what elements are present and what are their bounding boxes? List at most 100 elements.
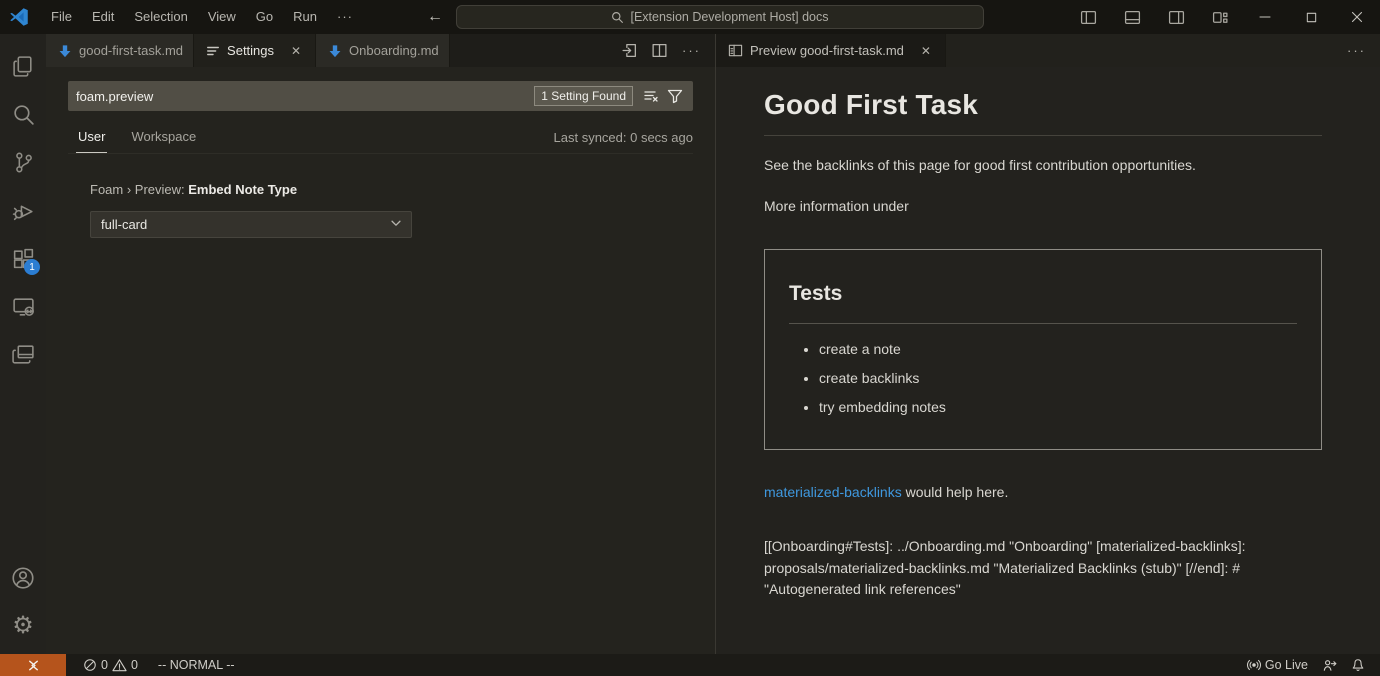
markdown-file-icon: [328, 44, 342, 58]
settings-editor: 1 Setting Found User Workspace Last sync…: [46, 67, 715, 654]
menu-run[interactable]: Run: [283, 5, 327, 29]
setting-title: Foam › Preview: Embed Note Type: [90, 182, 693, 197]
warning-count: 0: [131, 658, 138, 672]
settings-list-icon: [206, 44, 220, 58]
more-actions-icon[interactable]: ···: [676, 43, 707, 58]
tests-list: create a note create backlinks try embed…: [789, 339, 1297, 418]
settings-search-box: 1 Setting Found: [68, 81, 693, 111]
tests-list-item: create backlinks: [819, 368, 1297, 390]
warnings-icon: [112, 658, 127, 673]
scope-tab-workspace[interactable]: Workspace: [129, 123, 198, 153]
open-settings-json-icon[interactable]: [616, 38, 642, 64]
settings-gear-icon[interactable]: ⚙: [0, 602, 46, 650]
explorer-icon[interactable]: [0, 42, 46, 90]
setting-category: Foam › Preview:: [90, 182, 188, 197]
run-debug-icon[interactable]: [0, 186, 46, 234]
toggle-primary-sidebar-icon[interactable]: [1066, 0, 1110, 34]
preview-intro: See the backlinks of this page for good …: [764, 155, 1322, 177]
tab-label: Preview good-first-task.md: [750, 43, 904, 58]
close-tab-icon[interactable]: ✕: [287, 42, 305, 60]
preview-more-info: More information under: [764, 196, 1322, 218]
menu-view[interactable]: View: [198, 5, 246, 29]
close-window-button[interactable]: [1334, 0, 1380, 34]
customize-layout-icon[interactable]: [1198, 0, 1242, 34]
markdown-file-icon: [58, 44, 72, 58]
materialized-backlinks-link[interactable]: materialized-backlinks: [764, 484, 902, 500]
tests-heading: Tests: [789, 278, 1297, 325]
problems-status[interactable]: 0 0: [76, 654, 145, 676]
notifications-bell-button[interactable]: [1344, 654, 1372, 676]
editor-layouts-icon[interactable]: [0, 330, 46, 378]
tab-good-first-task[interactable]: good-first-task.md: [46, 34, 194, 67]
live-share-button[interactable]: [1315, 654, 1344, 676]
menu-edit[interactable]: Edit: [82, 5, 124, 29]
right-editor-actions: ···: [1341, 34, 1380, 67]
setting-name: Embed Note Type: [188, 182, 297, 197]
toggle-secondary-sidebar-icon[interactable]: [1154, 0, 1198, 34]
remote-indicator[interactable]: [0, 654, 66, 676]
extensions-badge: 1: [24, 259, 40, 275]
embed-note-type-dropdown[interactable]: full-card: [90, 211, 412, 238]
tab-label: Settings: [227, 43, 274, 58]
embedded-note-card: Tests create a note create backlinks try…: [764, 249, 1322, 451]
clear-settings-search-icon[interactable]: [639, 84, 663, 108]
status-bar: 0 0 -- NORMAL -- Go Live: [0, 654, 1380, 676]
backlink-suffix: would help here.: [902, 484, 1009, 500]
dropdown-value: full-card: [101, 217, 147, 232]
live-share-icon: [1322, 658, 1337, 673]
chevron-down-icon: [389, 216, 403, 233]
tab-label: good-first-task.md: [79, 43, 183, 58]
vim-mode-indicator[interactable]: -- NORMAL --: [151, 654, 242, 676]
tests-list-item: try embedding notes: [819, 397, 1297, 419]
settings-search-input[interactable]: [68, 81, 534, 111]
search-view-icon[interactable]: [0, 90, 46, 138]
menu-more-ellipsis[interactable]: ···: [327, 5, 363, 29]
close-tab-icon[interactable]: ✕: [917, 42, 935, 60]
error-count: 0: [101, 658, 108, 672]
editor-group-left: good-first-task.md Settings ✕ Onboarding…: [46, 34, 716, 654]
split-editor-icon[interactable]: [646, 38, 672, 64]
tab-onboarding[interactable]: Onboarding.md: [316, 34, 450, 67]
vscode-logo-icon: [9, 7, 29, 27]
link-references-paragraph: [[Onboarding#Tests]: ../Onboarding.md "O…: [764, 536, 1322, 601]
vscode-window: File Edit Selection View Go Run ··· ← → …: [0, 0, 1380, 676]
command-center[interactable]: [Extension Development Host] docs: [456, 5, 984, 29]
go-live-button[interactable]: Go Live: [1240, 654, 1315, 676]
more-actions-icon[interactable]: ···: [1341, 43, 1372, 58]
errors-icon: [83, 658, 97, 672]
extensions-icon[interactable]: 1: [0, 234, 46, 282]
settings-scope-tabs: User Workspace Last synced: 0 secs ago: [68, 123, 693, 154]
toggle-panel-icon[interactable]: [1110, 0, 1154, 34]
activity-bar: 1 ⚙: [0, 34, 46, 654]
settings-result-count-badge[interactable]: 1 Setting Found: [534, 86, 633, 106]
left-tab-bar: good-first-task.md Settings ✕ Onboarding…: [46, 34, 715, 67]
backlink-paragraph: materialized-backlinks would help here.: [764, 482, 1322, 504]
scope-tab-user[interactable]: User: [76, 123, 107, 153]
title-bar: File Edit Selection View Go Run ··· ← → …: [0, 0, 1380, 34]
menu-selection[interactable]: Selection: [124, 5, 197, 29]
menu-go[interactable]: Go: [246, 5, 283, 29]
remote-window-icon: [26, 658, 41, 673]
editor-actions: ···: [616, 34, 715, 67]
maximize-button[interactable]: [1288, 0, 1334, 34]
tab-preview-good-first-task[interactable]: Preview good-first-task.md ✕: [716, 34, 946, 67]
menu-file[interactable]: File: [41, 5, 82, 29]
filter-settings-icon[interactable]: [663, 84, 687, 108]
command-center-label: [Extension Development Host] docs: [630, 10, 828, 24]
accounts-icon[interactable]: [0, 554, 46, 602]
last-synced-label: Last synced: 0 secs ago: [554, 130, 693, 153]
tab-settings[interactable]: Settings ✕: [194, 34, 316, 67]
tests-list-item: create a note: [819, 339, 1297, 361]
right-tab-bar: Preview good-first-task.md ✕ ···: [716, 34, 1380, 67]
minimize-button[interactable]: [1242, 0, 1288, 34]
setting-embed-note-type: Foam › Preview: Embed Note Type full-car…: [90, 182, 693, 238]
remote-explorer-icon[interactable]: [0, 282, 46, 330]
navigate-back-icon[interactable]: ←: [427, 8, 443, 26]
bell-icon: [1351, 658, 1365, 672]
markdown-preview: Good First Task See the backlinks of thi…: [716, 67, 1380, 654]
broadcast-icon: [1247, 658, 1261, 672]
source-control-icon[interactable]: [0, 138, 46, 186]
preview-title: Good First Task: [764, 83, 1322, 136]
editor-group-right: Preview good-first-task.md ✕ ··· Good Fi…: [716, 34, 1380, 654]
open-preview-icon: [728, 43, 743, 58]
